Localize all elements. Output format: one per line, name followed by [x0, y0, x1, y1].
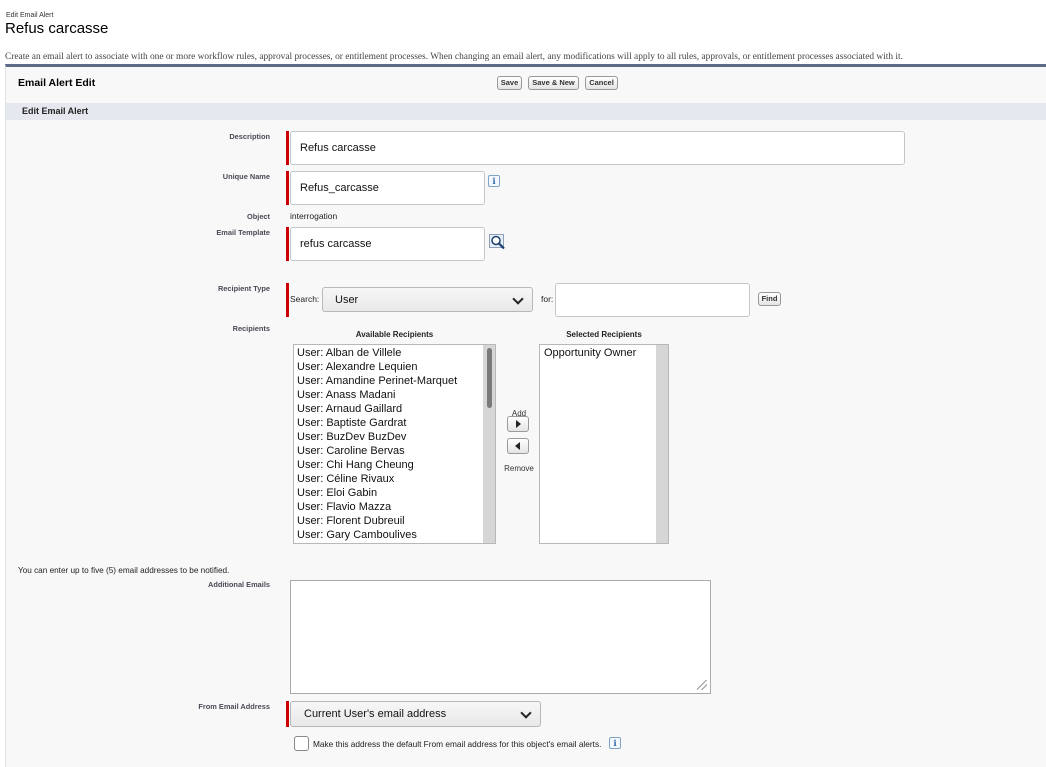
required-indicator	[286, 171, 289, 205]
recipient-type-value: User	[335, 293, 359, 306]
required-indicator	[286, 283, 289, 317]
selected-recipients-list[interactable]: Opportunity Owner	[539, 344, 669, 544]
find-button[interactable]: Find	[758, 292, 781, 306]
available-recipient-option[interactable]: User: Céline Rivaux	[294, 472, 495, 486]
scrollbar[interactable]	[483, 345, 495, 543]
available-recipient-option[interactable]: User: Anass Madani	[294, 388, 495, 402]
default-from-checkbox[interactable]	[294, 736, 309, 751]
chevron-down-icon	[512, 292, 524, 305]
available-recipient-option[interactable]: User: Gary Camboulives	[294, 528, 495, 542]
available-recipient-option[interactable]: User: Flavio Mazza	[294, 500, 495, 514]
chevron-down-icon	[520, 707, 532, 719]
object-label: Object	[247, 212, 270, 221]
arrow-left-icon	[515, 442, 520, 450]
unique-name-input[interactable]: Refus_carcasse	[290, 171, 485, 205]
save-button[interactable]: Save	[497, 76, 522, 90]
scrollbar-thumb[interactable]	[487, 348, 492, 408]
unique-name-label: Unique Name	[222, 172, 270, 181]
page-title: Refus carcasse	[5, 20, 109, 37]
remove-recipient-button[interactable]	[507, 438, 529, 454]
info-icon[interactable]: i	[488, 175, 500, 187]
save-and-new-button[interactable]: Save & New	[528, 76, 579, 90]
object-value: interrogation	[290, 211, 338, 221]
breadcrumb: Edit Email Alert	[6, 12, 54, 19]
page-description: Create an email alert to associate with …	[5, 52, 903, 62]
additional-emails-note: You can enter up to five (5) email addre…	[18, 566, 230, 575]
section-header	[6, 103, 1046, 120]
available-recipient-option[interactable]: User: Caroline Bervas	[294, 444, 495, 458]
panel-title: Email Alert Edit	[18, 77, 96, 89]
available-recipient-option[interactable]: User: Arnaud Gaillard	[294, 402, 495, 416]
selected-recipients-title: Selected Recipients	[566, 330, 642, 339]
email-template-input[interactable]: refus carcasse	[290, 227, 485, 261]
cancel-button[interactable]: Cancel	[585, 76, 618, 90]
additional-emails-label: Additional Emails	[207, 580, 270, 589]
required-indicator	[286, 131, 289, 165]
for-label: for:	[541, 294, 554, 304]
from-email-label: From Email Address	[198, 702, 270, 711]
scrollbar[interactable]	[656, 345, 668, 543]
search-label: Search:	[290, 294, 320, 304]
arrow-right-icon	[516, 420, 521, 428]
additional-emails-textarea[interactable]	[290, 580, 711, 694]
email-template-label: Email Template	[216, 228, 270, 237]
available-recipient-option[interactable]: User: Eloi Gabin	[294, 486, 495, 500]
available-recipient-option[interactable]: User: Alexandre Lequien	[294, 360, 495, 374]
recipients-label: Recipients	[232, 324, 270, 333]
available-recipients-list[interactable]: User: Alban de Villele User: Alexandre Le…	[293, 344, 496, 544]
recipient-type-label: Recipient Type	[217, 284, 270, 293]
lookup-icon[interactable]	[489, 234, 507, 250]
info-icon[interactable]: i	[609, 737, 621, 749]
required-indicator	[286, 701, 289, 727]
available-recipients-title: Available Recipients	[355, 330, 434, 339]
available-recipient-option[interactable]: User: Alban de Villele	[294, 346, 495, 360]
from-email-value: Current User's email address	[304, 708, 447, 720]
available-recipient-option[interactable]: User: Baptiste Gardrat	[294, 416, 495, 430]
description-input[interactable]: Refus carcasse	[290, 131, 905, 165]
from-email-select[interactable]: Current User's email address	[290, 701, 541, 727]
selected-recipient-option[interactable]: Opportunity Owner	[541, 346, 668, 360]
default-from-checkbox-label: Make this address the default From email…	[313, 739, 602, 749]
recipient-type-select[interactable]: User	[322, 287, 533, 312]
remove-label: Remove	[504, 464, 534, 473]
section-title: Edit Email Alert	[22, 106, 89, 116]
recipient-search-input[interactable]	[555, 283, 750, 317]
required-indicator	[286, 227, 289, 261]
available-recipient-option[interactable]: User: BuzDev BuzDev	[294, 430, 495, 444]
description-label: Description	[229, 132, 270, 141]
add-recipient-button[interactable]	[507, 416, 529, 432]
resize-handle-icon[interactable]	[697, 680, 707, 690]
available-recipient-option[interactable]: User: Florent Dubreuil	[294, 514, 495, 528]
available-recipient-option[interactable]: User: Amandine Perinet-Marquet	[294, 374, 495, 388]
available-recipient-option[interactable]: User: Chi Hang Cheung	[294, 458, 495, 472]
